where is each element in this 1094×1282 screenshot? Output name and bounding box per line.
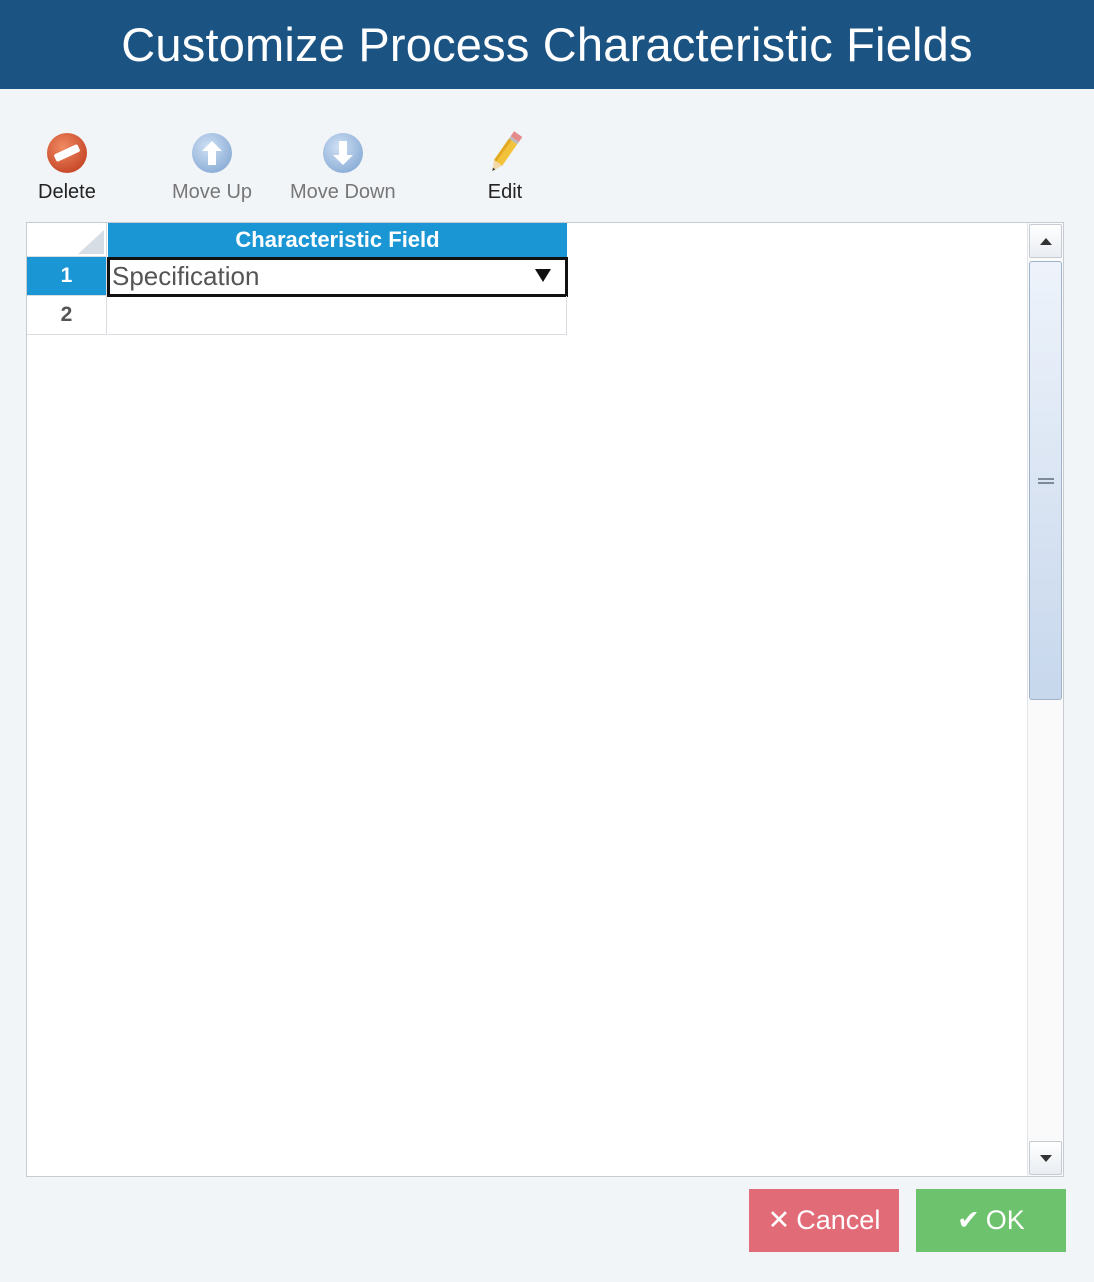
move-up-button[interactable]: Move Up (172, 128, 252, 212)
characteristic-field-dropdown[interactable]: Specification (107, 257, 568, 297)
table-cell[interactable] (108, 296, 567, 335)
delete-button[interactable]: Delete (38, 128, 96, 212)
dialog-title: Customize Process Characteristic Fields (0, 0, 1094, 89)
chevron-up-icon (1039, 237, 1052, 245)
row-header[interactable]: 1 (27, 257, 107, 296)
dropdown-value: Specification (112, 261, 260, 291)
dropdown-arrow-icon[interactable] (535, 269, 551, 282)
edit-label: Edit (487, 181, 523, 203)
delete-label: Delete (38, 181, 96, 203)
cancel-button[interactable]: ✕ Cancel (749, 1189, 899, 1252)
arrow-down-icon (320, 128, 366, 178)
pencil-icon (482, 128, 528, 178)
row-header[interactable]: 2 (27, 296, 107, 335)
cancel-label: Cancel (796, 1205, 881, 1235)
ok-label: OK (985, 1205, 1025, 1235)
characteristic-grid[interactable]: Characteristic Field 1 Specification 2 (26, 222, 1064, 1177)
delete-icon (44, 128, 90, 178)
edit-button[interactable]: Edit (482, 128, 528, 212)
move-down-button[interactable]: Move Down (290, 128, 396, 212)
scroll-down-button[interactable] (1029, 1141, 1062, 1175)
chevron-down-icon (1039, 1154, 1052, 1162)
move-down-label: Move Down (290, 181, 396, 203)
move-up-label: Move Up (172, 181, 253, 203)
x-icon: ✕ (767, 1205, 791, 1235)
scroll-up-button[interactable] (1029, 224, 1062, 258)
arrow-up-icon (189, 128, 235, 178)
grip-icon (1037, 477, 1054, 484)
check-icon: ✔ (957, 1205, 980, 1235)
column-header-characteristic-field[interactable]: Characteristic Field (108, 223, 567, 257)
vertical-scrollbar[interactable] (1027, 223, 1063, 1176)
ok-button[interactable]: ✔ OK (916, 1189, 1066, 1252)
select-all-corner[interactable] (27, 223, 107, 257)
scrollbar-thumb[interactable] (1029, 261, 1062, 700)
